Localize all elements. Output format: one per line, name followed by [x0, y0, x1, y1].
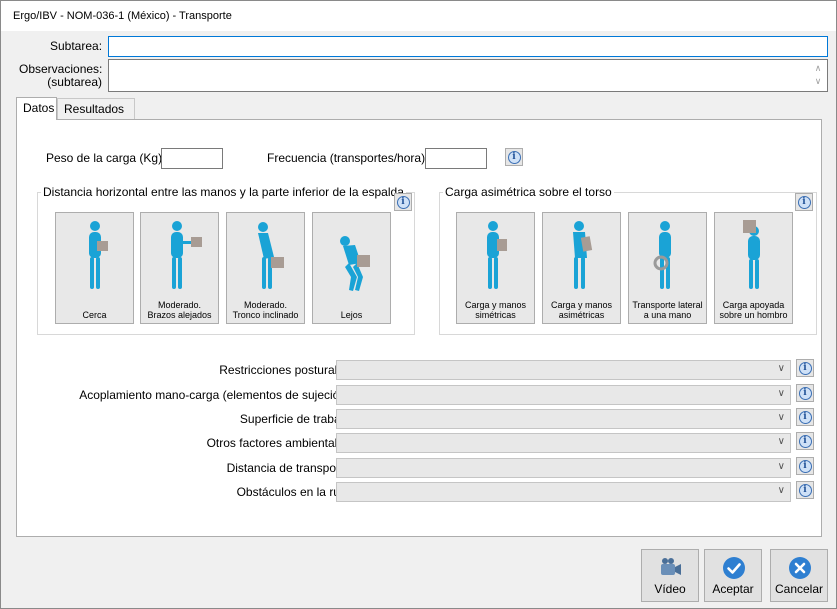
- chevron-down-icon: ∨: [777, 436, 785, 447]
- info-icon: i: [798, 459, 812, 473]
- factores-ambientales-select[interactable]: ∨: [336, 433, 791, 453]
- figure-brazos-alejados-icon: [171, 221, 202, 289]
- observaciones-label: Observaciones:: [19, 62, 103, 76]
- option-line2: Cerca: [82, 310, 107, 320]
- chevron-down-icon: ∨: [777, 363, 785, 374]
- close-icon: [789, 557, 811, 579]
- chevron-down-icon: ∨: [777, 461, 785, 472]
- figure-simetricas-icon: [487, 221, 507, 289]
- superficie-label: Superficie de trabajo: [239, 412, 350, 426]
- info-icon: i: [507, 150, 521, 164]
- distancia-transporte-label: Distancia de transporte: [226, 461, 350, 475]
- title-bar: Ergo/IBV - NOM-036-1 (México) - Transpor…: [1, 1, 836, 31]
- figure-asimetricas-icon: [573, 221, 593, 289]
- cancelar-button[interactable]: Cancelar: [770, 549, 828, 602]
- aceptar-button-label: Aceptar: [712, 582, 754, 596]
- chevron-down-icon: ∨: [777, 485, 785, 496]
- distancia-group-title: Distancia horizontal entre las manos y l…: [41, 185, 406, 199]
- peso-label: Peso de la carga (Kg):: [46, 151, 166, 165]
- peso-input[interactable]: [161, 148, 223, 169]
- tab-datos[interactable]: Datos: [16, 97, 57, 120]
- distancia-option-lejos[interactable]: Lejos: [312, 212, 391, 324]
- info-icon: i: [798, 386, 812, 400]
- subtarea-input[interactable]: [108, 36, 828, 57]
- info-icon: i: [798, 410, 812, 424]
- distancia-transporte-select[interactable]: ∨: [336, 458, 791, 478]
- option-line2: simétricas: [475, 310, 516, 320]
- acoplamiento-label: Acoplamiento mano-carga (elementos de su…: [79, 388, 350, 402]
- cancelar-button-label: Cancelar: [774, 582, 824, 596]
- acoplamiento-select[interactable]: ∨: [336, 385, 791, 405]
- figure-cerca-icon: [89, 221, 108, 289]
- option-line2: Tronco inclinado: [232, 310, 299, 320]
- tab-resultados[interactable]: Resultados: [57, 98, 135, 120]
- distancia-option-tronco-inclinado[interactable]: Moderado. Tronco inclinado: [226, 212, 305, 324]
- distancia-info-button[interactable]: i: [394, 193, 412, 211]
- figure-lateral-icon: [653, 221, 671, 289]
- aceptar-button[interactable]: Aceptar: [704, 549, 762, 602]
- subtarea-label: Subtarea:: [50, 39, 103, 53]
- option-line2: a una mano: [643, 310, 692, 320]
- option-line1: Carga y manos: [464, 300, 527, 310]
- carga-group-title: Carga asimétrica sobre el torso: [443, 185, 614, 199]
- frecuencia-info-button[interactable]: i: [505, 148, 523, 166]
- checkmark-icon: [723, 557, 745, 579]
- figure-lejos-icon: [340, 236, 370, 291]
- chevron-down-icon: ∨: [777, 388, 785, 399]
- info-icon: i: [396, 195, 410, 209]
- option-line1: Moderado.: [243, 300, 288, 310]
- option-line1: Moderado.: [157, 300, 202, 310]
- superficie-select[interactable]: ∨: [336, 409, 791, 429]
- option-line1: Carga y manos: [550, 300, 613, 310]
- info-icon: i: [798, 434, 812, 448]
- info-icon: i: [797, 195, 811, 209]
- figure-hombro-icon: [743, 220, 760, 289]
- figure-tronco-inclinado-icon: [258, 222, 284, 289]
- info-icon: i: [798, 361, 812, 375]
- option-line2: Lejos: [340, 310, 363, 320]
- carga-info-button[interactable]: i: [795, 193, 813, 211]
- scroll-up-icon[interactable]: ∧: [811, 62, 825, 75]
- option-line2: asimétricas: [558, 310, 605, 320]
- dialog-window: Ergo/IBV - NOM-036-1 (México) - Transpor…: [0, 0, 837, 609]
- obstaculos-select[interactable]: ∨: [336, 482, 791, 502]
- textarea-scrollbar[interactable]: ∧ ∨: [811, 62, 825, 90]
- carga-option-asimetricas[interactable]: Carga y manos asimétricas: [542, 212, 621, 324]
- option-line2: Brazos alejados: [147, 310, 212, 320]
- observaciones-label-sub: (subtarea): [47, 75, 102, 89]
- distancia-option-brazos-alejados[interactable]: Moderado. Brazos alejados: [140, 212, 219, 324]
- restricciones-select[interactable]: ∨: [336, 360, 791, 380]
- carga-option-simetricas[interactable]: Carga y manos simétricas: [456, 212, 535, 324]
- video-button-label: Vídeo: [654, 582, 686, 596]
- video-camera-icon: [661, 558, 681, 575]
- option-line2: sobre un hombro: [719, 310, 788, 320]
- option-line1: Carga apoyada: [722, 300, 785, 310]
- factores-ambientales-label: Otros factores ambientales: [206, 436, 350, 450]
- scroll-down-icon[interactable]: ∨: [811, 75, 825, 88]
- info-icon: i: [798, 483, 812, 497]
- restricciones-info-button[interactable]: i: [796, 359, 814, 377]
- acoplamiento-info-button[interactable]: i: [796, 384, 814, 402]
- obstaculos-info-button[interactable]: i: [796, 481, 814, 499]
- video-button[interactable]: Vídeo: [641, 549, 699, 602]
- superficie-info-button[interactable]: i: [796, 408, 814, 426]
- carga-option-lateral[interactable]: Transporte lateral a una mano: [628, 212, 707, 324]
- restricciones-label: Restricciones posturales: [219, 363, 350, 377]
- obstaculos-label: Obstáculos en la ruta: [236, 485, 350, 499]
- window-title: Ergo/IBV - NOM-036-1 (México) - Transpor…: [13, 10, 232, 22]
- carga-option-hombro[interactable]: Carga apoyada sobre un hombro: [714, 212, 793, 324]
- distancia-transporte-info-button[interactable]: i: [796, 457, 814, 475]
- frecuencia-input[interactable]: [425, 148, 487, 169]
- observaciones-textarea[interactable]: ∧ ∨: [108, 59, 828, 92]
- option-line1: Transporte lateral: [632, 300, 703, 310]
- chevron-down-icon: ∨: [777, 412, 785, 423]
- factores-ambientales-info-button[interactable]: i: [796, 432, 814, 450]
- frecuencia-label: Frecuencia (transportes/hora):: [267, 151, 429, 165]
- distancia-option-cerca[interactable]: Cerca: [55, 212, 134, 324]
